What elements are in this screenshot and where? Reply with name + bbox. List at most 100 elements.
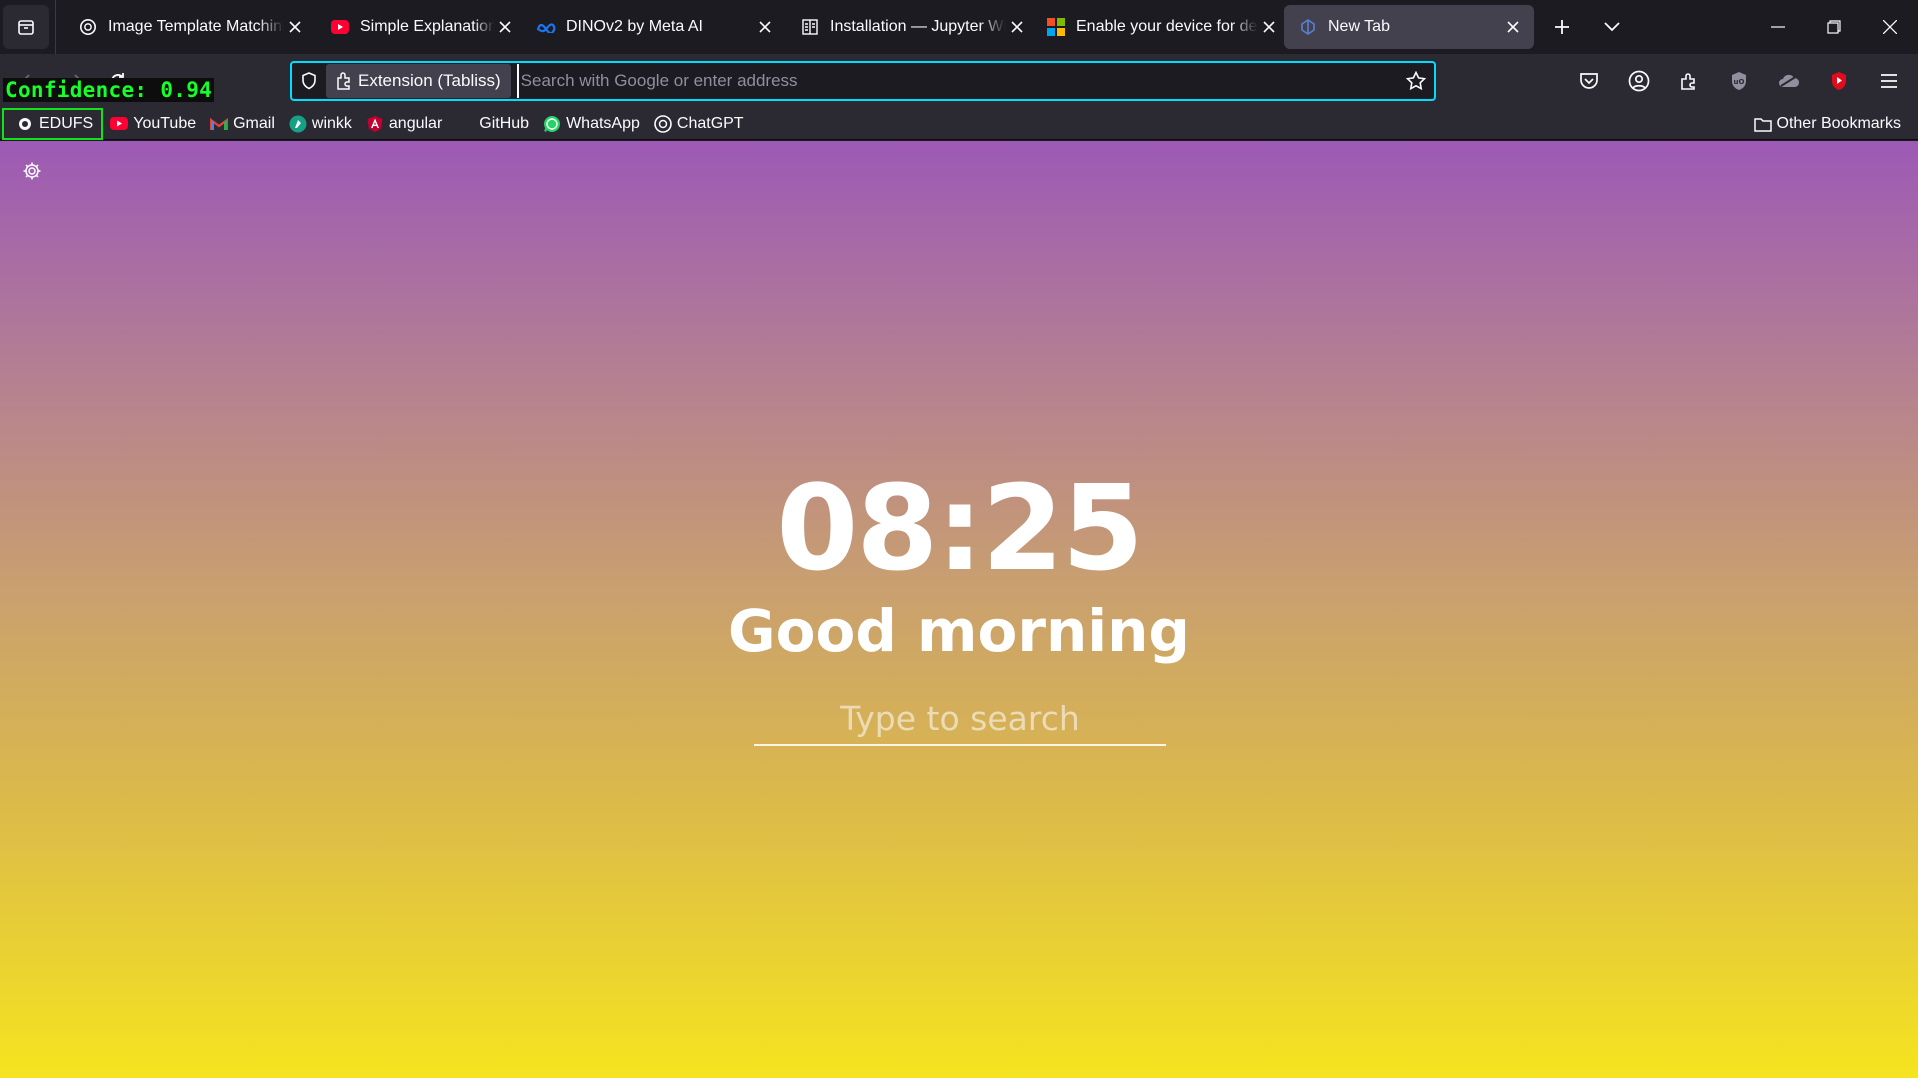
- tab-strip: Image Template Matching Simple Explanati…: [0, 0, 1918, 54]
- youtube-icon: [110, 115, 129, 133]
- close-tab-icon[interactable]: [1006, 16, 1028, 38]
- close-window-button[interactable]: [1862, 0, 1918, 54]
- restore-button[interactable]: [1806, 0, 1862, 54]
- tab-jupyter-widgets[interactable]: Installation — Jupyter Widgets: [786, 5, 1032, 49]
- tab-separator: [55, 0, 56, 54]
- bookmark-winkk[interactable]: winkk: [282, 110, 359, 138]
- other-bookmarks-button[interactable]: Other Bookmarks: [1747, 110, 1908, 138]
- url-input[interactable]: [516, 64, 1398, 98]
- clock-time: 08:25: [776, 459, 1144, 597]
- identity-label: Extension (Tabliss): [358, 71, 501, 90]
- winkk-icon: [289, 115, 307, 133]
- bookmark-label: ChatGPT: [676, 114, 744, 132]
- tab-title: New Tab: [1328, 18, 1390, 35]
- github-icon: [456, 115, 474, 133]
- youtube-extension-button[interactable]: [1814, 59, 1864, 103]
- new-tab-button[interactable]: [1542, 7, 1582, 47]
- tabliss-icon: [1298, 17, 1318, 37]
- close-tab-icon[interactable]: [494, 16, 516, 38]
- minimize-button[interactable]: [1750, 0, 1806, 54]
- extension-icon: [336, 72, 352, 90]
- whatsapp-icon: [543, 115, 561, 133]
- navigation-toolbar: Extension (Tabliss) uO: [0, 54, 1918, 108]
- close-tab-icon[interactable]: [284, 16, 306, 38]
- confidence-overlay-label: Confidence: 0.94: [3, 78, 215, 102]
- tab-new-tab[interactable]: New Tab: [1284, 5, 1534, 49]
- gmail-icon: [210, 115, 229, 133]
- identity-box[interactable]: Extension (Tabliss): [326, 64, 511, 98]
- bookmark-edufs[interactable]: EDUFS: [2, 107, 104, 140]
- close-tab-icon[interactable]: [1502, 16, 1524, 38]
- toolbar-right: uO: [1564, 59, 1914, 103]
- bookmark-github[interactable]: GitHub: [449, 110, 536, 138]
- other-bookmarks-label: Other Bookmarks: [1776, 115, 1901, 132]
- plus-icon: [1555, 20, 1569, 34]
- restore-icon: [1827, 20, 1841, 34]
- angular-icon: [366, 115, 384, 133]
- close-tab-icon[interactable]: [754, 16, 776, 38]
- bookmark-chatgpt[interactable]: ChatGPT: [647, 110, 751, 138]
- list-all-tabs-button[interactable]: [1592, 7, 1632, 47]
- edufs-icon: [16, 115, 34, 133]
- microsoft-icon: [1046, 17, 1066, 37]
- tab-image-template-matching[interactable]: Image Template Matching: [64, 5, 316, 49]
- docs-icon: [800, 17, 820, 37]
- greeting-text: Good morning: [728, 597, 1190, 665]
- star-icon: [1406, 71, 1426, 91]
- extension-button-2[interactable]: [1764, 59, 1814, 103]
- page-search-box: [754, 693, 1166, 746]
- bookmark-youtube[interactable]: YouTube: [103, 110, 203, 138]
- meta-icon: [536, 17, 556, 37]
- settings-button[interactable]: [20, 159, 44, 183]
- tabs-list: Image Template Matching Simple Explanati…: [64, 5, 1632, 49]
- tab-dinov2[interactable]: DINOv2 by Meta AI: [522, 5, 786, 49]
- folder-icon: [1753, 115, 1772, 133]
- bookmark-gmail[interactable]: Gmail: [203, 110, 282, 138]
- bookmark-angular[interactable]: angular: [359, 110, 449, 138]
- firefox-view-button[interactable]: [3, 5, 49, 49]
- cloud-icon: [1779, 74, 1800, 87]
- gear-icon: [23, 162, 41, 180]
- bookmark-label: GitHub: [479, 114, 530, 132]
- chevron-down-icon: [1604, 22, 1620, 32]
- close-icon: [1883, 20, 1897, 34]
- tab-title: Simple Explanation of Siamese Networks: [360, 18, 494, 35]
- app-menu-button[interactable]: [1864, 59, 1914, 103]
- bookmark-label: angular: [388, 114, 443, 132]
- bookmark-label: Gmail: [233, 114, 275, 132]
- bookmark-label: winkk: [311, 114, 352, 132]
- bookmark-label: YouTube: [133, 114, 197, 132]
- pocket-icon: [1580, 73, 1598, 89]
- account-button[interactable]: [1614, 59, 1664, 103]
- pocket-button[interactable]: [1564, 59, 1614, 103]
- firefox-view-icon: [18, 20, 34, 35]
- bookmark-whatsapp[interactable]: WhatsApp: [536, 110, 647, 138]
- svg-text:uO: uO: [1734, 78, 1745, 86]
- puzzle-icon: [1681, 73, 1695, 90]
- chatgpt-icon: [654, 114, 672, 133]
- tracking-protection-icon[interactable]: [292, 63, 326, 99]
- tab-siamese-networks[interactable]: Simple Explanation of Siamese Networks: [316, 5, 522, 49]
- ublock-icon: uO: [1732, 72, 1746, 90]
- chatgpt-icon: [78, 17, 98, 37]
- ublock-button[interactable]: uO: [1714, 59, 1764, 103]
- tab-enable-device[interactable]: Enable your device for development: [1032, 5, 1284, 49]
- minimize-icon: [1771, 26, 1785, 28]
- bookmarks-toolbar: EDUFS YouTube Gmail winkk angular GitHub…: [0, 107, 1918, 140]
- bookmark-label: WhatsApp: [566, 114, 640, 132]
- hamburger-icon: [1881, 74, 1897, 88]
- tab-title: Image Template Matching: [108, 18, 284, 35]
- url-bar[interactable]: Extension (Tabliss): [290, 61, 1436, 101]
- extensions-button[interactable]: [1664, 59, 1714, 103]
- window-controls: [1750, 0, 1918, 54]
- close-tab-icon[interactable]: [1258, 16, 1280, 38]
- youtube-shield-icon: [1832, 72, 1846, 90]
- tab-title: Enable your device for development: [1076, 18, 1258, 35]
- youtube-icon: [330, 17, 350, 37]
- tab-title: Installation — Jupyter Widgets: [830, 18, 1006, 35]
- bookmark-star-button[interactable]: [1398, 63, 1434, 99]
- tab-title: DINOv2 by Meta AI: [566, 18, 703, 35]
- bookmark-label: EDUFS: [39, 114, 94, 132]
- account-icon: [1628, 70, 1650, 92]
- page-search-input[interactable]: [754, 693, 1166, 744]
